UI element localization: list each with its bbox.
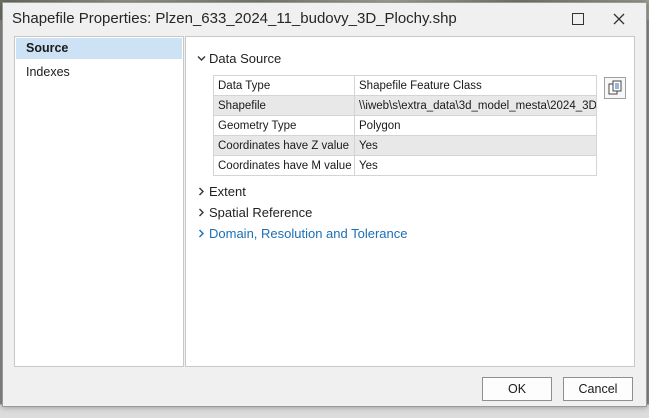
property-value[interactable]: Polygon bbox=[354, 115, 597, 136]
property-value[interactable]: Shapefile Feature Class bbox=[354, 75, 597, 96]
cancel-button[interactable]: Cancel bbox=[563, 377, 633, 401]
title-bar: Shapefile Properties: Plzen_633_2024_11_… bbox=[3, 3, 646, 36]
table-row: Coordinates have M value Yes bbox=[213, 155, 597, 176]
domain-resolution-tolerance-title: Domain, Resolution and Tolerance bbox=[209, 226, 408, 241]
chevron-right-icon bbox=[197, 225, 209, 245]
sidebar: Source Indexes bbox=[14, 36, 184, 367]
window-title: Shapefile Properties: Plzen_633_2024_11_… bbox=[12, 10, 457, 27]
table-row: Coordinates have Z value Yes bbox=[213, 135, 597, 156]
shapefile-properties-dialog: Shapefile Properties: Plzen_633_2024_11_… bbox=[2, 2, 647, 407]
property-key: Data Type bbox=[213, 75, 355, 96]
property-key: Shapefile bbox=[213, 95, 355, 116]
data-source-table: Data Type Shapefile Feature Class Shapef… bbox=[213, 75, 597, 176]
property-value[interactable]: Yes bbox=[354, 155, 597, 176]
spatial-reference-title: Spatial Reference bbox=[209, 205, 313, 220]
sidebar-item-indexes[interactable]: Indexes bbox=[16, 62, 182, 83]
close-icon bbox=[613, 13, 625, 25]
maximize-icon bbox=[572, 13, 584, 25]
domain-resolution-tolerance-header[interactable]: Domain, Resolution and Tolerance bbox=[197, 224, 408, 244]
ok-button[interactable]: OK bbox=[482, 377, 552, 401]
properties-panel: Data Source Data Type Shapefile Feature … bbox=[185, 36, 635, 367]
chevron-down-icon bbox=[197, 50, 209, 70]
property-key: Coordinates have Z value bbox=[213, 135, 355, 156]
chevron-right-icon bbox=[197, 183, 209, 203]
copy-button[interactable] bbox=[604, 77, 626, 99]
property-value[interactable]: \\iweb\s\extra_data\3d_model_mesta\2024_… bbox=[354, 95, 597, 116]
maximize-button[interactable] bbox=[565, 7, 591, 31]
data-source-title: Data Source bbox=[209, 51, 282, 66]
table-row: Geometry Type Polygon bbox=[213, 115, 597, 136]
copy-icon bbox=[608, 80, 622, 95]
property-value[interactable]: Yes bbox=[354, 135, 597, 156]
extent-header[interactable]: Extent bbox=[197, 182, 246, 202]
spatial-reference-header[interactable]: Spatial Reference bbox=[197, 203, 312, 223]
property-key: Coordinates have M value bbox=[213, 155, 355, 176]
table-row: Shapefile \\iweb\s\extra_data\3d_model_m… bbox=[213, 95, 597, 116]
sidebar-item-source[interactable]: Source bbox=[16, 38, 182, 59]
data-source-header[interactable]: Data Source bbox=[197, 49, 281, 69]
extent-title: Extent bbox=[209, 184, 246, 199]
chevron-right-icon bbox=[197, 204, 209, 224]
close-button[interactable] bbox=[606, 7, 632, 31]
table-row: Data Type Shapefile Feature Class bbox=[213, 75, 597, 96]
property-key: Geometry Type bbox=[213, 115, 355, 136]
